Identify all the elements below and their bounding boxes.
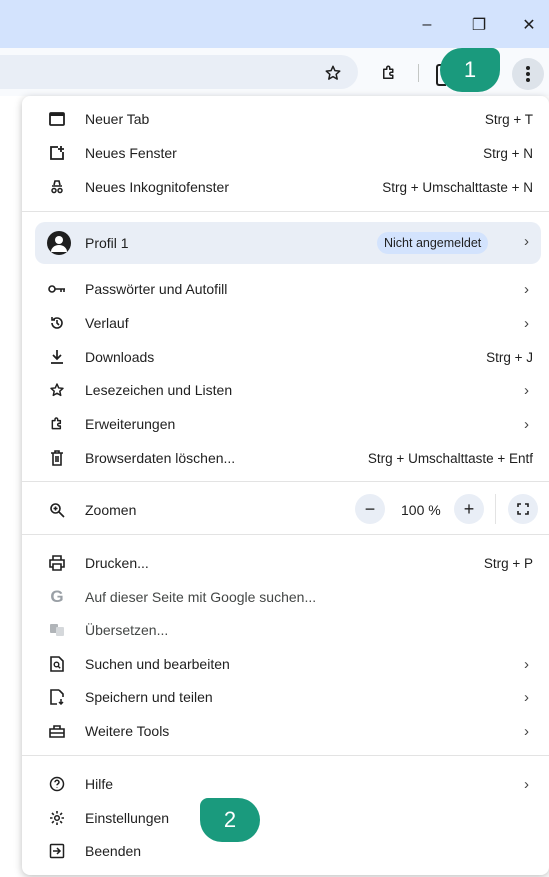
menu-item-label: Neues Inkognitofenster xyxy=(85,179,229,195)
chevron-right-icon: › xyxy=(524,314,529,332)
google-g-icon: G xyxy=(50,587,64,606)
menu-item-label: Erweiterungen xyxy=(85,416,176,432)
new-tab-icon xyxy=(46,108,68,130)
shortcut-label: Strg + J xyxy=(486,349,533,365)
menu-item-label: Downloads xyxy=(85,349,155,365)
menu-item-label: Auf dieser Seite mit Google suchen... xyxy=(85,589,317,605)
puzzle-icon xyxy=(46,413,68,435)
menu-divider xyxy=(22,534,549,535)
menu-item-label: Zoomen xyxy=(85,502,137,518)
zoom-in-button[interactable]: + xyxy=(454,494,484,524)
chevron-right-icon: › xyxy=(524,280,529,298)
chevron-right-icon: › xyxy=(524,655,529,673)
menu-item-new-window[interactable]: Neues Fenster Strg + N xyxy=(36,136,549,170)
fullscreen-icon xyxy=(517,503,529,515)
menu-item-label: Browserdaten löschen... xyxy=(85,450,236,466)
close-button[interactable]: ✕ xyxy=(514,12,544,38)
restore-button[interactable]: ❐ xyxy=(464,12,494,38)
toolbox-icon xyxy=(46,720,68,742)
step-badge-2: 2 xyxy=(200,798,260,842)
menu-divider xyxy=(22,481,549,482)
minimize-button[interactable]: – xyxy=(412,12,442,38)
sign-in-status-badge: Nicht angemeldet xyxy=(377,232,489,254)
zoom-out-button[interactable]: − xyxy=(355,494,385,524)
shortcut-label: Strg + T xyxy=(484,111,533,127)
trash-icon xyxy=(46,447,68,469)
menu-item-google-search[interactable]: G Auf dieser Seite mit Google suchen... xyxy=(36,580,549,614)
incognito-icon xyxy=(46,176,68,198)
menu-item-label: Suchen und bearbeiten xyxy=(85,656,230,672)
download-icon xyxy=(46,346,68,368)
find-in-page-icon xyxy=(46,653,68,675)
menu-item-label: Drucken... xyxy=(85,555,149,571)
star-icon xyxy=(46,379,68,401)
shortcut-label: Strg + P xyxy=(483,555,533,571)
menu-item-clear-browsing-data[interactable]: Browserdaten löschen... Strg + Umschaltt… xyxy=(36,441,549,475)
chevron-right-icon: › xyxy=(524,688,529,706)
menu-item-label: Beenden xyxy=(85,843,142,859)
chevron-right-icon: › xyxy=(524,381,529,399)
zoom-level: 100 % xyxy=(401,502,441,518)
menu-item-label: Passwörter und Autofill xyxy=(85,281,228,297)
new-window-icon xyxy=(46,142,68,164)
exit-icon xyxy=(46,840,68,862)
menu-button[interactable] xyxy=(512,58,544,90)
menu-item-settings[interactable]: Einstellungen xyxy=(36,801,549,835)
menu-item-label: Lesezeichen und Listen xyxy=(85,382,233,398)
step-badge-1: 1 xyxy=(440,48,500,92)
fullscreen-button[interactable] xyxy=(508,494,538,524)
translate-icon xyxy=(46,619,68,641)
extensions-puzzle-icon[interactable] xyxy=(378,62,400,84)
menu-item-extensions[interactable]: Erweiterungen › xyxy=(36,407,549,441)
menu-item-label: Verlauf xyxy=(85,315,129,331)
menu-item-label: Weitere Tools xyxy=(85,723,170,739)
history-icon xyxy=(46,312,68,334)
menu-item-passwords[interactable]: Passwörter und Autofill › xyxy=(36,272,549,306)
menu-item-label: Neues Fenster xyxy=(85,145,177,161)
zoom-icon xyxy=(46,499,68,521)
menu-item-help[interactable]: Hilfe › xyxy=(36,767,549,801)
menu-item-label: Übersetzen... xyxy=(85,622,169,638)
key-icon xyxy=(46,278,68,300)
gear-icon xyxy=(46,807,68,829)
menu-item-bookmarks[interactable]: Lesezeichen und Listen › xyxy=(36,373,549,407)
menu-item-translate[interactable]: Übersetzen... xyxy=(36,613,549,647)
menu-item-save-share[interactable]: Speichern und teilen › xyxy=(36,680,549,714)
toolbar-divider xyxy=(418,64,419,82)
menu-item-label: Speichern und teilen xyxy=(85,689,213,705)
menu-item-incognito[interactable]: Neues Inkognitofenster Strg + Umschaltta… xyxy=(36,170,549,204)
kebab-menu-icon xyxy=(526,66,530,82)
address-bar[interactable] xyxy=(0,55,358,89)
menu-item-label: Neuer Tab xyxy=(85,111,150,127)
title-bar: – ❐ ✕ xyxy=(0,0,549,48)
chevron-right-icon: › xyxy=(524,722,529,740)
menu-item-print[interactable]: Drucken... Strg + P xyxy=(36,546,549,580)
shortcut-label: Strg + N xyxy=(483,145,533,161)
shortcut-label: Strg + Umschalttaste + N xyxy=(382,179,533,195)
printer-icon xyxy=(46,552,68,574)
menu-item-profile[interactable]: Profil 1 Nicht angemeldet › xyxy=(35,222,541,264)
bookmark-star-icon[interactable] xyxy=(322,62,344,84)
save-share-icon xyxy=(46,686,68,708)
menu-item-exit[interactable]: Beenden xyxy=(36,834,549,868)
chrome-main-menu: Neuer Tab Strg + T Neues Fenster Strg + … xyxy=(22,96,549,875)
help-icon xyxy=(46,773,68,795)
menu-item-search-edit[interactable]: Suchen und bearbeiten › xyxy=(36,647,549,681)
zoom-divider xyxy=(495,494,496,524)
chevron-right-icon: › xyxy=(524,775,529,793)
profile-name: Profil 1 xyxy=(85,235,129,251)
chevron-right-icon: › xyxy=(524,415,529,433)
menu-item-history[interactable]: Verlauf › xyxy=(36,306,549,340)
menu-item-label: Einstellungen xyxy=(85,810,170,826)
menu-divider xyxy=(22,211,549,212)
menu-item-new-tab[interactable]: Neuer Tab Strg + T xyxy=(36,102,549,136)
menu-item-downloads[interactable]: Downloads Strg + J xyxy=(36,340,549,374)
menu-item-label: Hilfe xyxy=(85,776,114,792)
chevron-right-icon: › xyxy=(524,233,529,250)
menu-divider xyxy=(22,755,549,756)
avatar-icon xyxy=(47,231,71,255)
shortcut-label: Strg + Umschalttaste + Entf xyxy=(367,450,533,466)
menu-item-more-tools[interactable]: Weitere Tools › xyxy=(36,714,549,748)
